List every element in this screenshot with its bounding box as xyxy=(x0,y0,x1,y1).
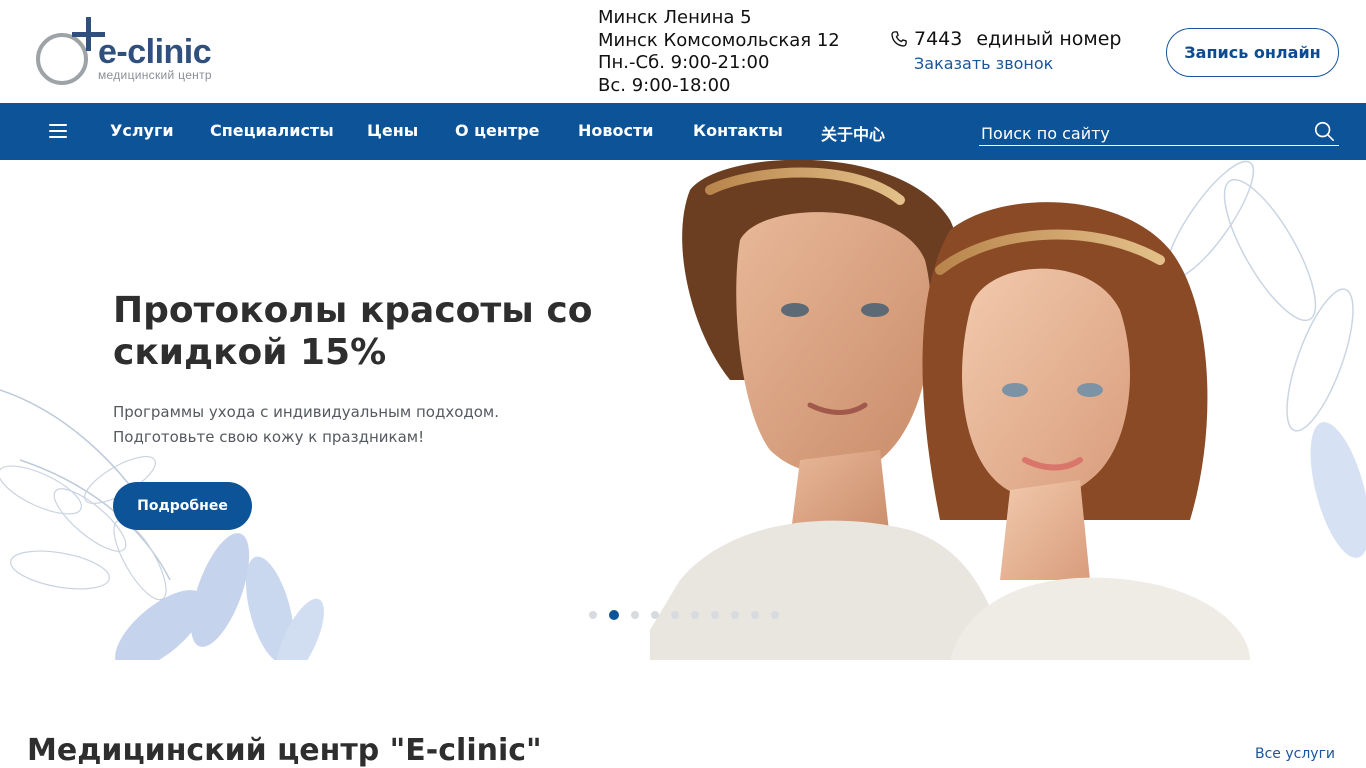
slider-dot[interactable] xyxy=(711,611,719,619)
slider-dot[interactable] xyxy=(771,611,779,619)
address-line: Минск Комсомольская 12 xyxy=(598,29,840,51)
hero-title: Протоколы красоты со скидкой 15% xyxy=(113,290,593,373)
slider-dot[interactable] xyxy=(671,611,679,619)
nav-item-about[interactable]: О центре xyxy=(455,121,540,140)
nav-item-contacts[interactable]: Контакты xyxy=(693,121,783,140)
search-input[interactable] xyxy=(981,122,1301,144)
hours-line: Вс. 9:00-18:00 xyxy=(598,74,731,96)
site-search xyxy=(979,120,1339,146)
search-icon[interactable] xyxy=(1313,120,1335,142)
slider-dot[interactable] xyxy=(631,611,639,619)
phone-label: единый номер xyxy=(976,28,1122,50)
book-online-button[interactable]: Запись онлайн xyxy=(1166,28,1339,77)
site-header: e-clinic медицинский центр Минск Ленина … xyxy=(0,0,1366,103)
hero-description: Программы ухода с индивидуальным подходо… xyxy=(113,403,500,446)
phone-icon xyxy=(891,31,907,47)
all-services-link[interactable]: Все услуги xyxy=(1255,746,1335,762)
hero-slider: Протоколы красоты со скидкой 15% Програм… xyxy=(0,160,1366,660)
contact-addresses: Минск Ленина 5 Минск Комсомольская 12 Пн… xyxy=(598,7,868,97)
slider-dot[interactable] xyxy=(589,611,597,619)
phone-line[interactable]: 7443 единый номер xyxy=(890,28,1140,50)
phone-number[interactable]: 7443 xyxy=(914,28,962,50)
logo-name: e-clinic xyxy=(98,33,212,71)
request-callback-link[interactable]: Заказать звонок xyxy=(914,54,1140,73)
hamburger-menu-icon[interactable] xyxy=(49,123,67,139)
nav-item-prices[interactable]: Цены xyxy=(367,121,418,140)
hours-line: Пн.-Сб. 9:00-21:00 xyxy=(598,52,770,73)
logo[interactable]: e-clinic медицинский центр xyxy=(34,15,224,87)
address-line: Минск Ленина 5 xyxy=(598,7,752,28)
hero-more-button[interactable]: Подробнее xyxy=(113,482,252,530)
nav-item-services[interactable]: Услуги xyxy=(110,121,174,140)
nav-item-about-chinese[interactable]: 关于中心 xyxy=(821,121,885,145)
hero-portrait-image xyxy=(650,160,1366,660)
slider-dot[interactable] xyxy=(691,611,699,619)
nav-item-specialists[interactable]: Специалисты xyxy=(210,121,334,140)
phone-block: 7443 единый номер Заказать звонок xyxy=(890,28,1140,73)
section-title: Медицинский центр "E-clinic" xyxy=(27,733,542,768)
slider-dot[interactable] xyxy=(731,611,739,619)
nav-item-news[interactable]: Новости xyxy=(578,121,653,140)
main-nav: Услуги Специалисты Цены О центре Новости… xyxy=(0,103,1366,160)
slider-dot[interactable] xyxy=(751,611,759,619)
logo-subtitle: медицинский центр xyxy=(98,68,212,82)
slider-pagination xyxy=(589,610,779,620)
slider-dot[interactable] xyxy=(609,610,619,620)
slider-dot[interactable] xyxy=(651,611,659,619)
